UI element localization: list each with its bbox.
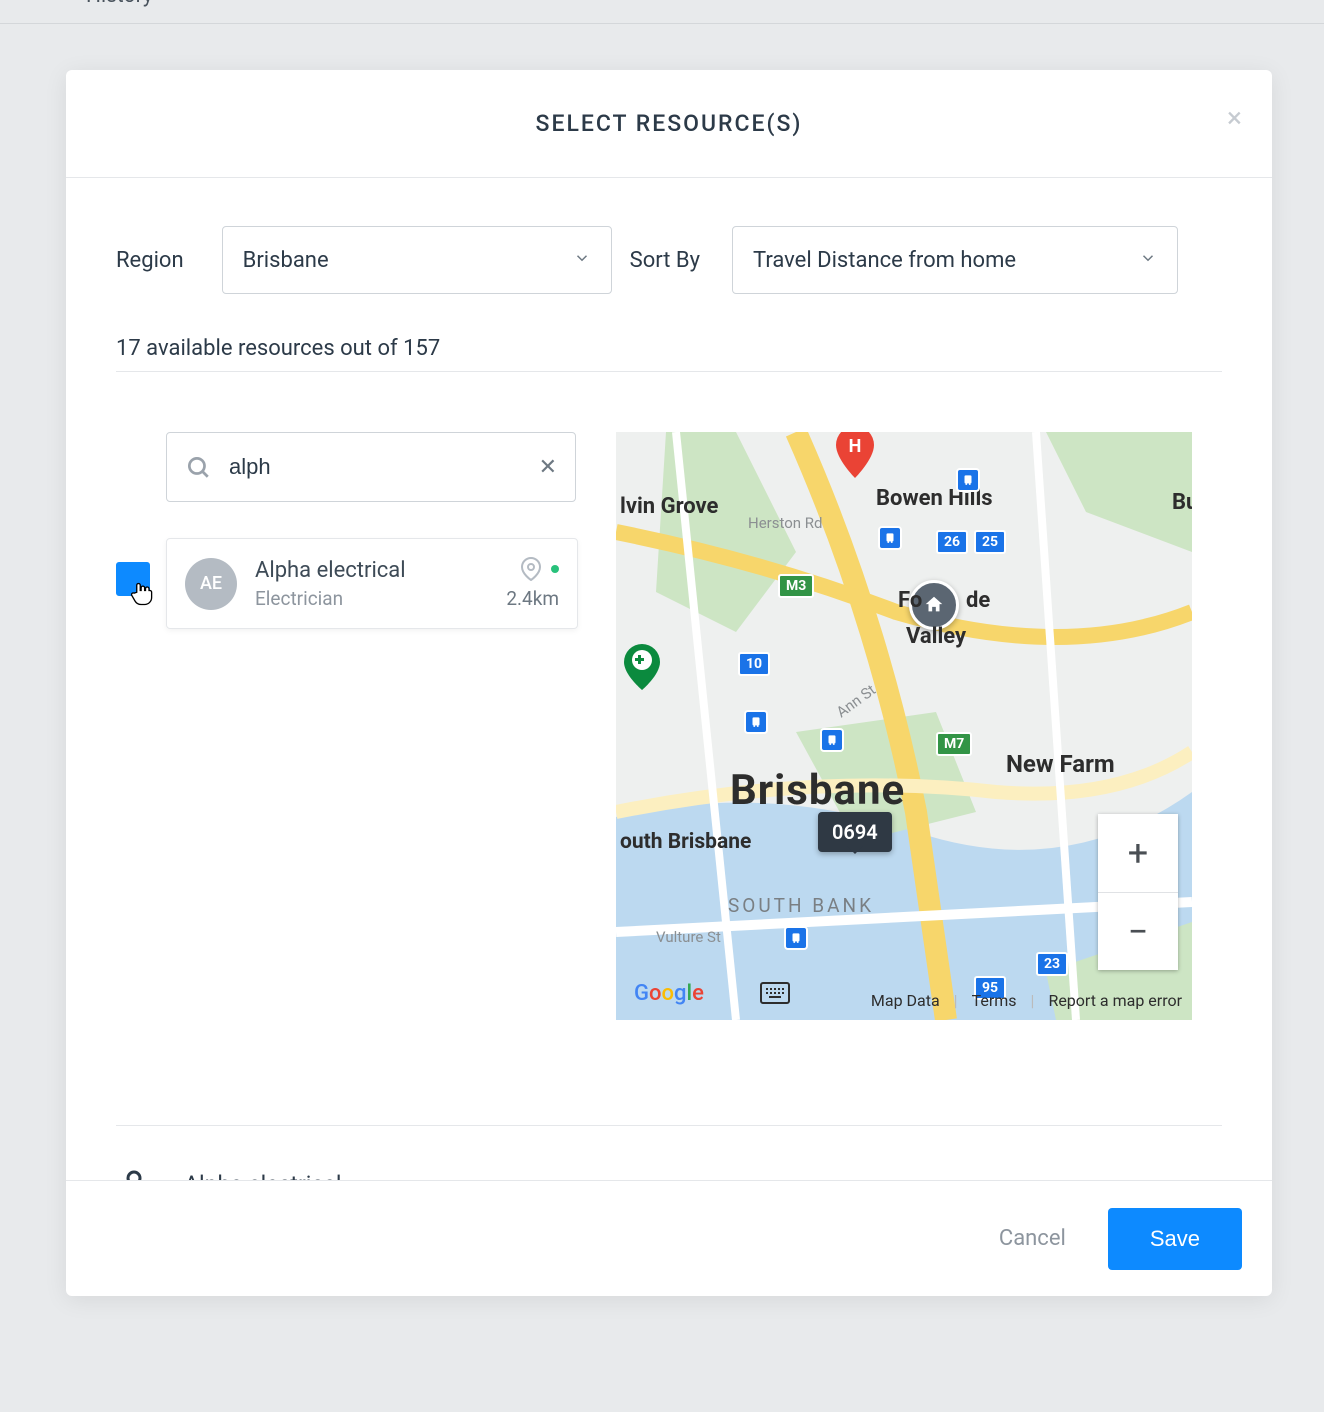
close-icon[interactable]: ×: [1227, 104, 1242, 132]
map-road-herston: Herston Rd: [748, 514, 823, 532]
region-label: Region: [116, 248, 184, 273]
location-pin-icon: [519, 557, 543, 581]
svg-text:s St: s St: [14, 1236, 39, 1254]
transit-icon: [956, 468, 980, 492]
svg-text:w Farm: w Farm: [2, 1368, 75, 1393]
search-input[interactable]: [229, 454, 539, 480]
map[interactable]: H 0694 Bowen Hills lvin Grove Bu Herston…: [616, 432, 1192, 1020]
chevron-down-icon: [573, 248, 591, 273]
keyboard-icon[interactable]: [760, 982, 790, 1004]
zoom-in-button[interactable]: +: [1098, 814, 1178, 892]
resource-checkbox[interactable]: [116, 562, 150, 596]
zoom-control: + −: [1098, 814, 1178, 970]
map-report-link[interactable]: Report a map error: [1048, 991, 1182, 1010]
map-road-vulture: Vulture St: [656, 928, 721, 946]
map-label-fo: Fo: [898, 588, 922, 613]
resource-name: Alpha electrical: [255, 558, 406, 583]
map-label-kelvin-grove: lvin Grove: [620, 494, 718, 519]
svg-text:H: H: [849, 436, 862, 457]
resource-role: Electrician: [255, 587, 406, 610]
map-label-new-farm: New Farm: [1006, 750, 1115, 778]
chevron-down-icon: [1139, 248, 1157, 273]
map-terms-link[interactable]: Terms: [972, 991, 1017, 1010]
map-data-link[interactable]: Map Data: [871, 991, 940, 1010]
search-box: ✕: [166, 432, 576, 502]
transit-icon: [820, 728, 844, 752]
page-header: History: [0, 0, 1324, 24]
sort-label: Sort By: [630, 248, 700, 273]
resource-result-card[interactable]: AE Alpha electrical Electrician 2.4km: [166, 538, 578, 629]
save-button[interactable]: Save: [1108, 1208, 1242, 1270]
map-label-de: de: [966, 588, 990, 613]
region-value: Brisbane: [243, 248, 329, 273]
region-select[interactable]: Brisbane: [222, 226, 612, 294]
map-attribution: Map Data | Terms | Report a map error: [871, 991, 1182, 1010]
cancel-button[interactable]: Cancel: [999, 1226, 1066, 1251]
map-label-south-brisbane: outh Brisbane: [620, 830, 751, 854]
sort-select[interactable]: Travel Distance from home: [732, 226, 1178, 294]
hospital-marker: H: [836, 432, 874, 478]
google-logo: Google: [634, 981, 704, 1006]
tab-history[interactable]: History: [86, 0, 153, 8]
available-resources-text: 17 available resources out of 157: [116, 336, 1222, 372]
zoom-out-button[interactable]: −: [1098, 892, 1178, 970]
transit-icon: [878, 526, 902, 550]
map-label-brisbane: Brisbane: [730, 766, 905, 815]
job-tag-marker[interactable]: 0694: [818, 812, 892, 852]
avatar: AE: [185, 558, 237, 610]
transit-icon: [784, 926, 808, 950]
accessibility-marker: [624, 644, 660, 690]
map-label-bu: Bu: [1172, 490, 1192, 515]
person-icon: [116, 1166, 152, 1180]
sort-value: Travel Distance from home: [753, 248, 1016, 273]
search-icon: [185, 454, 211, 480]
map-label-south-bank: SOUTH BANK: [728, 894, 874, 917]
map-label-valley: Valley: [906, 624, 966, 649]
shield-m3: M3: [778, 574, 814, 598]
shield-m7: M7: [936, 732, 972, 756]
shield-26: 26: [936, 530, 968, 554]
shield-25: 25: [974, 530, 1006, 554]
selected-resource-name: Alpha electrical: [184, 1171, 341, 1181]
shield-10: 10: [738, 652, 770, 676]
status-dot: [551, 565, 559, 573]
clear-icon[interactable]: ✕: [539, 455, 557, 480]
select-resource-modal: SELECT RESOURCE(S) × Region Brisbane Sor…: [66, 70, 1272, 1296]
transit-icon: [744, 710, 768, 734]
shield-23: 23: [1036, 952, 1068, 976]
modal-title: SELECT RESOURCE(S): [536, 110, 803, 137]
resource-distance: 2.4km: [506, 587, 559, 610]
